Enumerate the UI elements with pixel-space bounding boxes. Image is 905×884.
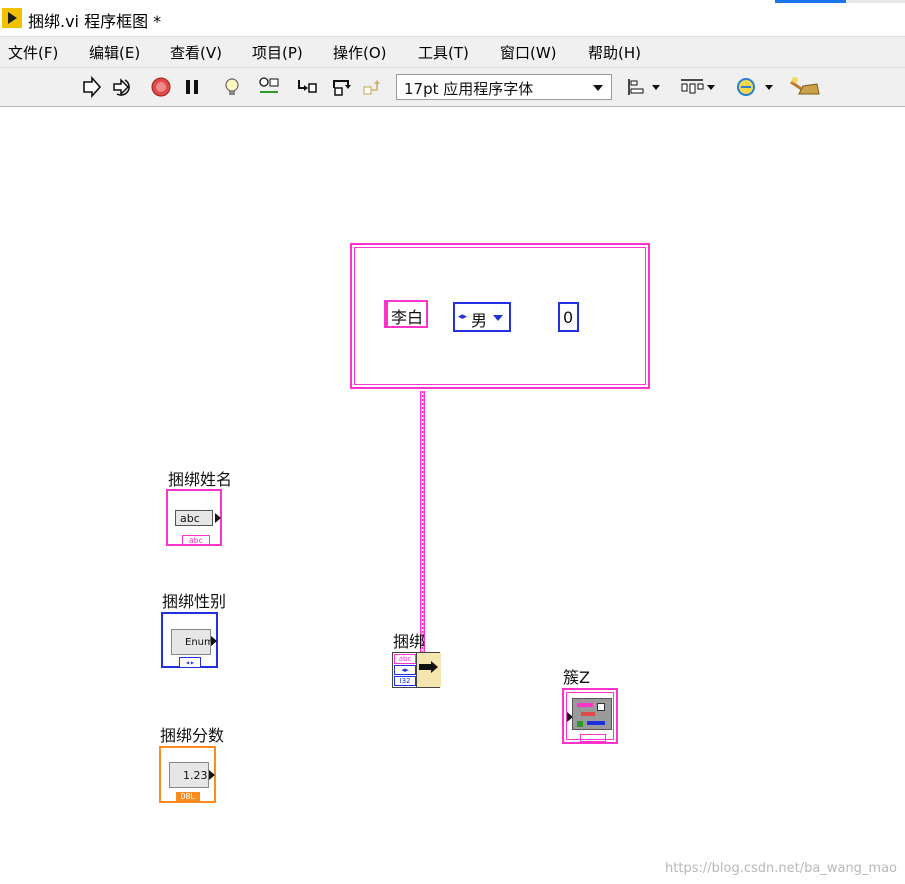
output-arrow-icon <box>211 636 217 646</box>
text-settings-dropdown[interactable]: 17pt 应用程序字体 <box>396 74 612 100</box>
score-terminal-label: 捆绑分数 <box>160 726 225 745</box>
menu-bar: 文件(F) 编辑(E) 查看(V) 项目(P) 操作(O) 工具(T) 窗口(W… <box>0 36 905 67</box>
score-constant-value: 0 <box>563 308 574 327</box>
highlight-execution-icon[interactable] <box>221 76 243 98</box>
bundle-input-i32[interactable]: I32 <box>394 676 416 686</box>
bundle-node-label: 捆绑 <box>393 632 426 651</box>
gender-terminal-label: 捆绑性别 <box>162 592 227 611</box>
name-terminal-label: 捆绑姓名 <box>168 470 233 489</box>
name-constant-value: 李白 <box>391 308 424 327</box>
string-control-glyph: abc <box>175 510 213 526</box>
watermark: https://blog.csdn.net/ba_wang_mao <box>665 861 897 876</box>
step-into-icon[interactable] <box>296 76 318 98</box>
chevron-down-icon <box>493 315 503 321</box>
type-tag: abc <box>182 535 210 546</box>
chevron-down-icon <box>593 85 603 91</box>
menu-operate[interactable]: 操作(O) <box>333 42 387 63</box>
align-objects-icon[interactable] <box>626 76 662 98</box>
bundle-function-node[interactable]: abc ◂▸ I32 <box>392 652 441 688</box>
font-select-value: 17pt 应用程序字体 <box>404 80 534 98</box>
menu-file[interactable]: 文件(F) <box>8 42 58 63</box>
output-arrow-icon <box>209 770 215 780</box>
clean-up-diagram-icon[interactable] <box>789 76 823 98</box>
reorder-icon[interactable] <box>735 76 775 98</box>
cluster-indicator-glyph <box>572 698 612 730</box>
bundle-arrowhead-icon <box>431 661 438 673</box>
title-accent-bar <box>775 0 846 3</box>
output-arrow-icon <box>215 513 221 523</box>
menu-view[interactable]: 查看(V) <box>170 42 222 63</box>
window-title: 捆绑.vi 程序框图 * <box>28 12 162 31</box>
name-string-constant[interactable]: 李白 <box>384 300 428 328</box>
score-control-terminal[interactable]: 1.23 DBL <box>159 746 216 803</box>
abort-icon[interactable] <box>150 76 172 98</box>
distribute-objects-icon[interactable] <box>679 76 717 98</box>
numeric-control-glyph: 1.23 <box>169 762 209 788</box>
step-over-icon[interactable] <box>331 76 353 98</box>
title-bar: 捆绑.vi 程序框图 * <box>0 0 905 36</box>
score-numeric-constant[interactable]: 0 <box>558 302 579 332</box>
menu-edit[interactable]: 编辑(E) <box>89 42 140 63</box>
run-icon[interactable] <box>80 76 102 98</box>
type-tag <box>580 734 606 742</box>
step-out-icon[interactable] <box>362 76 384 98</box>
pause-icon[interactable] <box>181 76 203 98</box>
menu-window[interactable]: 窗口(W) <box>500 42 557 63</box>
cluster-wire[interactable] <box>420 391 425 653</box>
bundle-input-string[interactable]: abc <box>394 654 416 664</box>
gender-enum-constant[interactable]: ◂▸ 男 <box>453 302 511 332</box>
type-tag: DBL <box>176 792 200 801</box>
cluster-terminal-label: 簇Z <box>563 668 590 687</box>
menu-tools[interactable]: 工具(T) <box>418 42 469 63</box>
labview-app-icon <box>2 8 22 28</box>
retain-wire-values-icon[interactable] <box>258 76 280 98</box>
run-continuously-icon[interactable] <box>111 76 133 98</box>
cluster-constant[interactable]: 李白 ◂▸ 男 0 <box>350 243 650 389</box>
gender-constant-value: 男 <box>471 311 488 330</box>
title-accent-bar-gray <box>846 0 905 3</box>
menu-project[interactable]: 项目(P) <box>252 42 303 63</box>
bundle-input-enum[interactable]: ◂▸ <box>394 665 416 675</box>
enum-arrows-icon: ◂▸ <box>458 312 468 322</box>
toolbar: 17pt 应用程序字体 <box>0 67 905 107</box>
cluster-indicator-terminal[interactable] <box>562 688 618 744</box>
type-tag: ◂▸ <box>179 657 201 668</box>
menu-help[interactable]: 帮助(H) <box>588 42 641 63</box>
gender-control-terminal[interactable]: Enum ◂▸ <box>161 612 218 668</box>
name-control-terminal[interactable]: abc abc <box>166 489 222 546</box>
enum-control-glyph: Enum <box>171 629 214 655</box>
